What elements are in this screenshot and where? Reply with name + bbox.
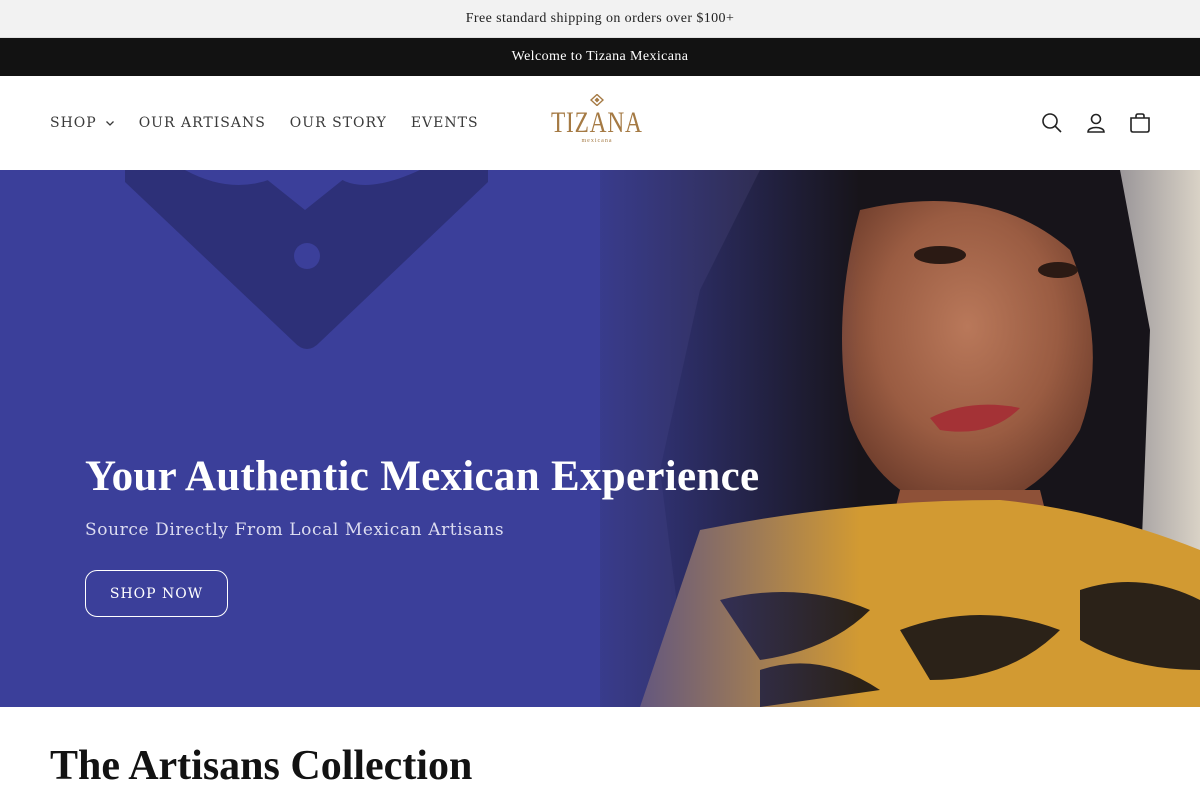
nav-item-label: SHOP (50, 115, 97, 131)
nav-item-shop[interactable]: SHOP (50, 115, 115, 131)
nav-item-label: OUR ARTISANS (138, 115, 266, 131)
shipping-announcement-text: Free standard shipping on orders over $1… (465, 10, 735, 26)
welcome-announcement-text: Welcome to Tizana Mexicana (511, 49, 689, 64)
main-nav: SHOP OUR ARTISANS OUR STORY EVENTS (50, 76, 503, 170)
shop-now-button[interactable]: SHOP NOW (85, 570, 228, 617)
account-icon (1087, 113, 1105, 133)
account-button[interactable] (1074, 101, 1118, 145)
logo-diamond-icon (590, 94, 604, 106)
hero-subtitle: Source Directly From Local Mexican Artis… (85, 520, 505, 540)
section-title-artisans-collection: The Artisans Collection (50, 743, 473, 789)
chevron-down-icon (105, 121, 114, 126)
welcome-announcement-bar: Welcome to Tizana Mexicana (0, 38, 1200, 76)
nav-item-label: OUR STORY (289, 115, 387, 131)
search-button[interactable] (1030, 101, 1074, 145)
nav-item-events[interactable]: EVENTS (411, 115, 479, 131)
header-icons (1030, 76, 1162, 170)
nav-item-our-artisans[interactable]: OUR ARTISANS (139, 115, 266, 131)
hero-title: Your Authentic Mexican Experience (85, 453, 760, 500)
hero-artisan-photo (125, 170, 1200, 707)
site-header: SHOP OUR ARTISANS OUR STORY EVENTS TIZAN… (0, 76, 1200, 170)
cart-icon (1130, 113, 1150, 133)
search-icon (1042, 113, 1062, 133)
logo-wordmark: TIZANA (551, 106, 643, 139)
hero-banner: Your Authentic Mexican Experience Source… (0, 170, 1200, 707)
nav-item-our-story[interactable]: OUR STORY (290, 115, 387, 131)
nav-item-label: EVENTS (410, 115, 479, 131)
cart-button[interactable] (1118, 101, 1162, 145)
shipping-announcement-bar: Free standard shipping on orders over $1… (0, 0, 1200, 38)
site-logo[interactable]: TIZANA mexicana (551, 94, 642, 152)
